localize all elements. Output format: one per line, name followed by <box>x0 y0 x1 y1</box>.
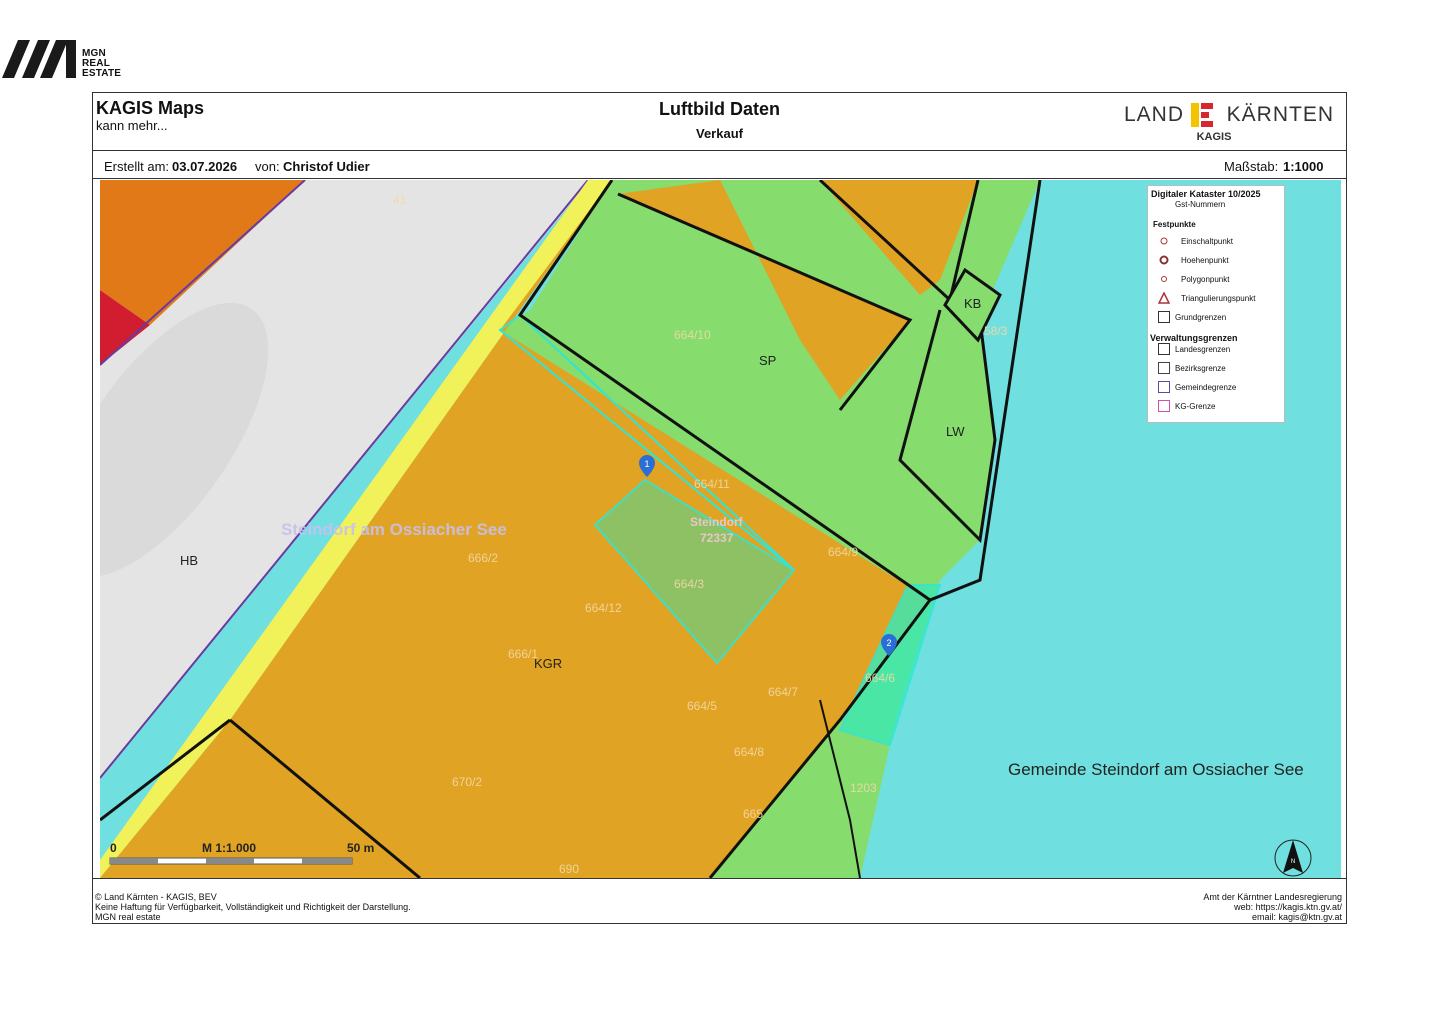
legend-subtitle: Gst-Nummern <box>1175 200 1226 209</box>
parcel-number: 664/11 <box>694 477 730 491</box>
logo-kaernten-text: KÄRNTEN <box>1226 103 1334 126</box>
scale-start: 0 <box>110 841 117 855</box>
author-label: von: <box>255 159 280 174</box>
legend-label: Gemeindegrenze <box>1175 383 1237 392</box>
legend-label: Hoehenpunkt <box>1181 256 1229 265</box>
parcel-number: 664/8 <box>734 745 764 759</box>
carinthia-flag-icon <box>1191 103 1213 127</box>
legend-item: Triangulierungspunkt <box>1148 292 1284 306</box>
parcel-number: 664/10 <box>674 328 711 342</box>
marker-number: 2 <box>886 638 891 648</box>
north-label: N <box>1291 859 1295 865</box>
map-print-frame: KAGIS Maps kann mehr... Luftbild Daten V… <box>92 92 1347 924</box>
bezirksgrenze-icon <box>1158 362 1170 374</box>
parcel-number: 666/2 <box>468 551 498 565</box>
scale-mid: M 1:1.000 <box>202 841 256 855</box>
kg-grenze-icon <box>1158 400 1170 412</box>
footer-line: Amt der Kärntner Landesregierung <box>1203 892 1342 902</box>
parcel-number: 690 <box>559 862 579 876</box>
author-name: Christof Udier <box>283 159 370 174</box>
legend-label: Triangulierungspunkt <box>1181 294 1256 303</box>
legend-title: Digitaler Kataster 10/2025 <box>1151 189 1261 199</box>
footer-web-link[interactable]: web: https://kagis.ktn.gv.at/ <box>1203 902 1342 912</box>
footer-email-link[interactable]: email: kagis@ktn.gv.at <box>1203 912 1342 922</box>
zone-label-kb: KB <box>964 296 981 311</box>
legend-item: Gemeindegrenze <box>1148 381 1284 395</box>
logo-line: ESTATE <box>82 68 122 79</box>
parcel-number: 58/3 <box>984 324 1008 338</box>
legend-verwaltung-title: Verwaltungsgrenzen <box>1150 333 1238 343</box>
triangulierungspunkt-icon <box>1158 292 1170 304</box>
legend-item: Polygonpunkt <box>1148 273 1284 287</box>
mgn-logo-text: MGN REAL ESTATE <box>82 49 121 79</box>
parcel-number: 664/9 <box>828 545 858 559</box>
footer-disclaimer: © Land Kärnten - KAGIS, BEV Keine Haftun… <box>95 892 411 922</box>
parcel-number: 666/1 <box>508 647 538 661</box>
mgn-logo-mark <box>2 40 76 78</box>
place-label: Steindorf am Ossiacher See <box>281 520 507 539</box>
legend-label: KG-Grenze <box>1175 402 1216 411</box>
print-footer: © Land Kärnten - KAGIS, BEV Keine Haftun… <box>93 878 1346 925</box>
legend-item: KG-Grenze <box>1148 400 1284 414</box>
map-canvas[interactable]: HB KGR SP KB LW 41 664/10 664/11 666/2 6… <box>100 180 1341 878</box>
einschaltpunkt-icon <box>1160 237 1168 245</box>
footer-contact: Amt der Kärntner Landesregierung web: ht… <box>1203 892 1342 922</box>
parcel-number: 41 <box>393 193 407 207</box>
footer-line: MGN real estate <box>95 912 161 922</box>
zone-label-lw: LW <box>946 424 965 439</box>
legend-item: Landesgrenzen <box>1148 343 1284 357</box>
land-kaernten-logo: LAND KÄRNTEN KAGIS <box>1124 101 1334 147</box>
municipality-label: Gemeinde Steindorf am Ossiacher See <box>1008 760 1304 779</box>
legend-item: Bezirksgrenze <box>1148 362 1284 376</box>
legend-item: Grundgrenzen <box>1148 311 1284 325</box>
legend-label: Polygonpunkt <box>1181 275 1230 284</box>
place-label-small: Steindorf <box>690 515 744 529</box>
legend-label: Einschaltpunkt <box>1181 237 1234 246</box>
created-date: 03.07.2026 <box>172 159 238 174</box>
zone-label-sp: SP <box>759 353 776 368</box>
scale-value: 1:1000 <box>1283 159 1324 174</box>
legend-label: Bezirksgrenze <box>1175 364 1226 373</box>
logo-land-text: LAND <box>1124 103 1185 126</box>
created-label: Erstellt am: <box>104 159 170 174</box>
parcel-number: 670/2 <box>452 775 482 789</box>
legend-label: Grundgrenzen <box>1175 313 1227 322</box>
parcel-number: 665 <box>743 807 763 821</box>
polygonpunkt-icon <box>1161 276 1167 282</box>
print-header: KAGIS Maps kann mehr... Luftbild Daten V… <box>93 93 1346 151</box>
footer-line: © Land Kärnten - KAGIS, BEV <box>95 892 217 902</box>
logo-kagis-text: KAGIS <box>1196 131 1232 143</box>
gemeindegrenze-icon <box>1158 381 1170 393</box>
footer-line: Keine Haftung für Verfügbarkeit, Vollstä… <box>95 902 411 912</box>
hoehenpunkt-icon <box>1159 255 1169 265</box>
print-meta-row: Erstellt am: 03.07.2026 von: Christof Ud… <box>93 150 1346 179</box>
grundgrenzen-icon <box>1158 311 1170 323</box>
place-code: 72337 <box>700 531 734 545</box>
parcel-number: 1203 <box>850 781 877 795</box>
parcel-number: 664/12 <box>585 601 622 615</box>
legend-item: Hoehenpunkt <box>1148 254 1284 268</box>
zone-label-hb: HB <box>180 553 198 568</box>
legend-item: Einschaltpunkt <box>1148 235 1284 249</box>
zone-label-kgr: KGR <box>534 656 562 671</box>
scale-end: 50 m <box>347 841 374 855</box>
parcel-number: 664/6 <box>865 671 895 685</box>
parcel-number: 664/3 <box>674 577 704 591</box>
legend-festpunkte-title: Festpunkte <box>1153 220 1196 229</box>
landesgrenzen-icon <box>1158 343 1170 355</box>
marker-number: 1 <box>644 459 649 469</box>
map-legend: Digitaler Kataster 10/2025 Gst-Nummern F… <box>1147 185 1285 423</box>
scale-label: Maßstab: <box>1224 159 1279 174</box>
parcel-number: 664/5 <box>687 699 717 713</box>
legend-label: Landesgrenzen <box>1175 345 1231 354</box>
parcel-number: 664/7 <box>768 685 798 699</box>
